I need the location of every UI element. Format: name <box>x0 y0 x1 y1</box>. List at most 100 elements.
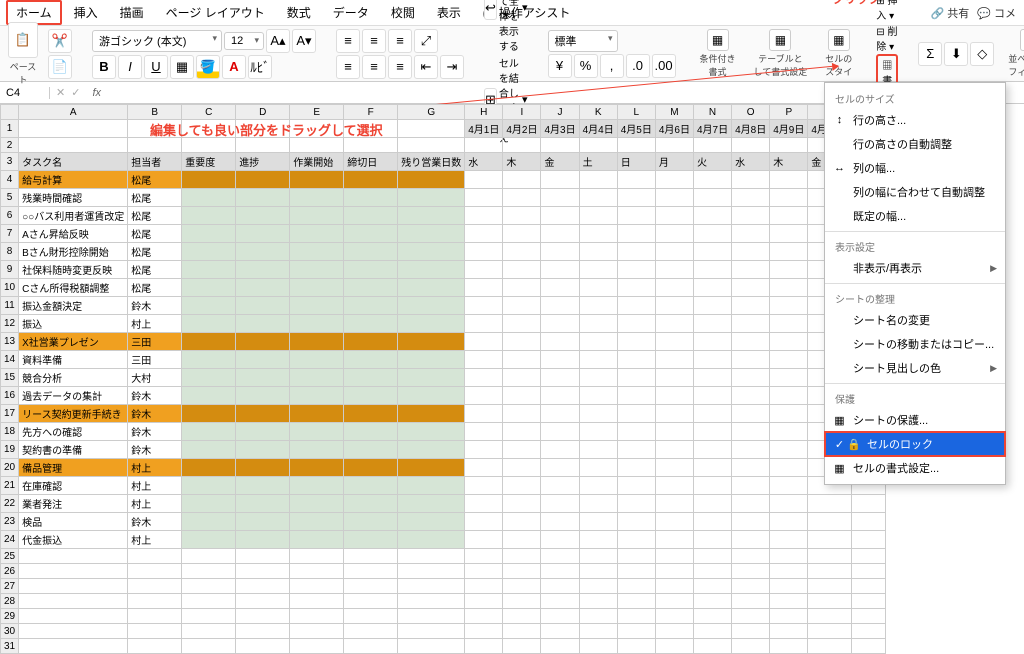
row-header[interactable]: 26 <box>1 564 19 579</box>
cell[interactable]: 松尾 <box>128 189 182 207</box>
cell[interactable] <box>541 138 579 153</box>
cell[interactable] <box>808 639 852 654</box>
cell[interactable] <box>579 549 617 564</box>
row-header[interactable]: 9 <box>1 261 19 279</box>
cell[interactable] <box>344 549 398 564</box>
cell[interactable] <box>290 594 344 609</box>
cell[interactable] <box>465 609 503 624</box>
cell[interactable]: 過去データの集計 <box>19 387 128 405</box>
cell[interactable] <box>693 369 731 387</box>
dd-move-copy-sheet[interactable]: シートの移動またはコピー... <box>825 332 1005 356</box>
cell[interactable] <box>398 207 465 225</box>
cell[interactable] <box>465 243 503 261</box>
cell[interactable] <box>128 609 182 624</box>
cell[interactable]: 村上 <box>128 531 182 549</box>
cell[interactable] <box>541 405 579 423</box>
cell[interactable] <box>344 243 398 261</box>
cell[interactable] <box>503 495 541 513</box>
fill-color-button[interactable]: 🪣 <box>196 55 220 79</box>
cell[interactable] <box>19 549 128 564</box>
cell[interactable] <box>541 609 579 624</box>
cell[interactable] <box>182 207 236 225</box>
cell[interactable] <box>732 405 770 423</box>
cell[interactable] <box>693 609 731 624</box>
cell[interactable] <box>693 423 731 441</box>
cell[interactable] <box>579 297 617 315</box>
cell[interactable] <box>182 405 236 423</box>
cell[interactable] <box>693 564 731 579</box>
comma-icon[interactable]: , <box>600 54 624 78</box>
cell[interactable] <box>236 279 290 297</box>
cell[interactable] <box>182 297 236 315</box>
cell[interactable] <box>732 531 770 549</box>
col-header[interactable]: D <box>236 105 290 120</box>
cell[interactable] <box>465 624 503 639</box>
cell[interactable] <box>579 639 617 654</box>
delete-cells-button[interactable]: ⊟ 削除 ▾ <box>876 23 898 53</box>
cell[interactable] <box>732 387 770 405</box>
cell[interactable] <box>290 207 344 225</box>
row-header[interactable]: 29 <box>1 609 19 624</box>
cell[interactable] <box>290 441 344 459</box>
col-header[interactable]: P <box>770 105 808 120</box>
cell[interactable] <box>579 579 617 594</box>
cell[interactable] <box>808 624 852 639</box>
cell[interactable]: 進捗 <box>236 153 290 171</box>
row-header[interactable]: 1 <box>1 120 19 138</box>
cell[interactable] <box>770 261 808 279</box>
cell[interactable]: 日 <box>617 153 655 171</box>
cell[interactable] <box>617 243 655 261</box>
cell[interactable] <box>465 189 503 207</box>
cell[interactable] <box>617 624 655 639</box>
row-header[interactable]: 31 <box>1 639 19 654</box>
cell[interactable] <box>693 579 731 594</box>
cell[interactable]: 4月6日 <box>655 120 693 138</box>
cell[interactable] <box>655 243 693 261</box>
cell[interactable]: 4月4日 <box>579 120 617 138</box>
cell[interactable] <box>693 315 731 333</box>
cell[interactable]: 先方への確認 <box>19 423 128 441</box>
dec-decimal-icon[interactable]: .00 <box>652 54 676 78</box>
cell[interactable] <box>655 495 693 513</box>
cell[interactable]: 代金振込 <box>19 531 128 549</box>
align-mid-icon[interactable]: ≡ <box>362 29 386 53</box>
row-header[interactable]: 21 <box>1 477 19 495</box>
cell[interactable] <box>236 477 290 495</box>
cell[interactable] <box>617 171 655 189</box>
cell[interactable] <box>732 564 770 579</box>
cell[interactable] <box>290 333 344 351</box>
cell[interactable] <box>503 279 541 297</box>
col-header[interactable]: A <box>19 105 128 120</box>
cell[interactable] <box>770 333 808 351</box>
cell[interactable] <box>344 579 398 594</box>
cell[interactable] <box>579 564 617 579</box>
cell[interactable]: 鈴木 <box>128 513 182 531</box>
name-box[interactable]: C4 <box>0 87 50 99</box>
col-header[interactable]: C <box>182 105 236 120</box>
cell[interactable] <box>182 531 236 549</box>
cell[interactable] <box>19 609 128 624</box>
cell[interactable] <box>732 243 770 261</box>
cell[interactable] <box>541 189 579 207</box>
cell[interactable] <box>770 243 808 261</box>
cell[interactable] <box>344 315 398 333</box>
cell[interactable] <box>182 171 236 189</box>
col-header[interactable]: N <box>693 105 731 120</box>
cell[interactable] <box>344 405 398 423</box>
cell[interactable]: 鈴木 <box>128 387 182 405</box>
cell[interactable] <box>290 531 344 549</box>
cell[interactable] <box>465 459 503 477</box>
col-header[interactable]: M <box>655 105 693 120</box>
cell[interactable]: 村上 <box>128 315 182 333</box>
cell[interactable] <box>541 459 579 477</box>
cell[interactable] <box>503 609 541 624</box>
cell[interactable] <box>852 513 886 531</box>
cell[interactable] <box>655 459 693 477</box>
increase-font-icon[interactable]: A▴ <box>266 29 290 53</box>
cell[interactable]: 木 <box>503 153 541 171</box>
cell[interactable] <box>808 513 852 531</box>
cell[interactable]: 4月5日 <box>617 120 655 138</box>
cell[interactable] <box>344 261 398 279</box>
cell[interactable] <box>398 477 465 495</box>
cell[interactable] <box>182 459 236 477</box>
